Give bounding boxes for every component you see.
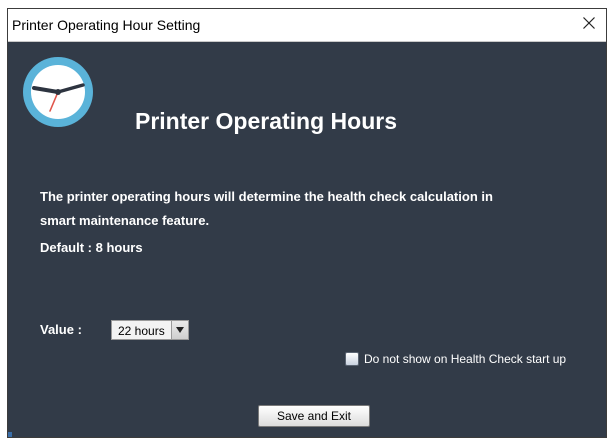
page-heading: Printer Operating Hours — [135, 108, 397, 134]
dialog-content: Printer Operating Hours The printer oper… — [8, 42, 606, 437]
dont-show-label[interactable]: Do not show on Health Check start up — [364, 352, 566, 366]
clock-icon — [20, 54, 96, 130]
dont-show-option: Do not show on Health Check start up — [345, 352, 566, 366]
save-and-exit-button[interactable]: Save and Exit — [258, 405, 370, 427]
close-icon — [582, 16, 596, 35]
corner-mark — [8, 432, 12, 437]
title-bar: Printer Operating Hour Setting — [8, 9, 606, 42]
dropdown-arrow-icon[interactable] — [170, 321, 188, 339]
hours-select-value: 22 hours — [118, 324, 165, 338]
close-button[interactable] — [572, 9, 606, 41]
window-title: Printer Operating Hour Setting — [12, 17, 201, 33]
hours-select[interactable]: 22 hours — [111, 320, 189, 340]
dont-show-checkbox[interactable] — [345, 352, 359, 366]
dialog-window: Printer Operating Hour Setting Printer O… — [7, 8, 607, 438]
value-label: Value : — [40, 322, 82, 337]
description-text: The printer operating hours will determi… — [40, 189, 493, 228]
default-hours-text: Default : 8 hours — [40, 240, 143, 255]
